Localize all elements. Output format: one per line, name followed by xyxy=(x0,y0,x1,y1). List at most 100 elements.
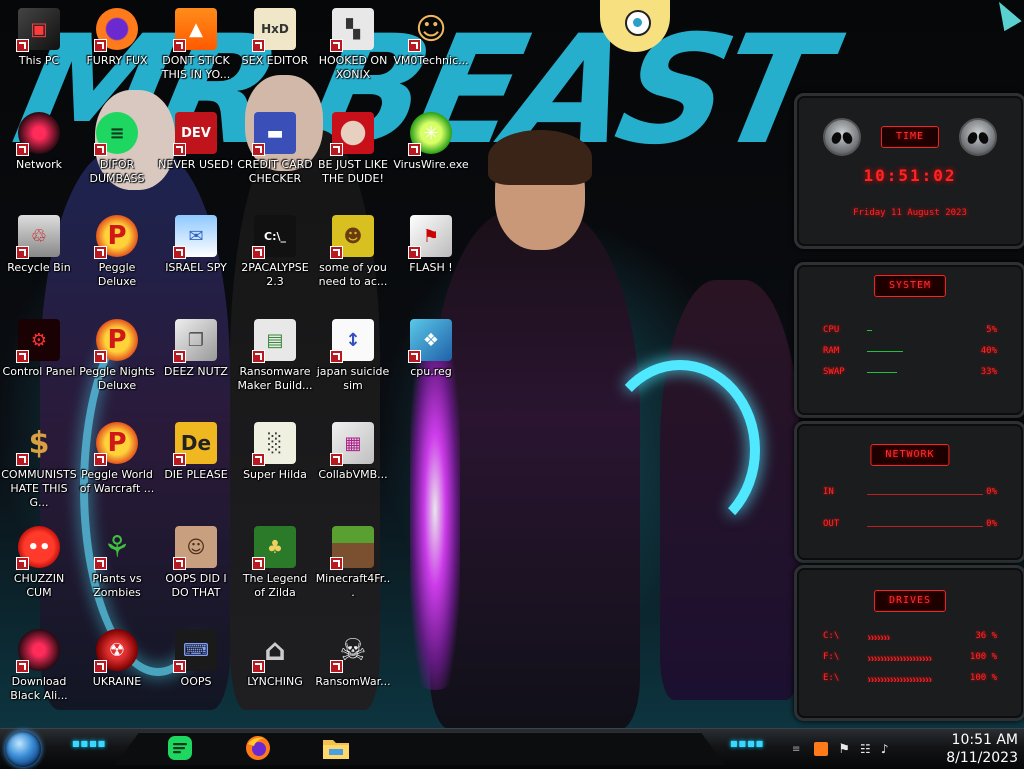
volume-icon[interactable]: ♪ xyxy=(881,742,889,756)
desktop-icon[interactable]: ♣ The Legend of Zilda xyxy=(236,518,314,614)
drive-row-value: 100 % xyxy=(969,673,997,683)
desktop-icon[interactable]: ↕ japan suicide sim xyxy=(314,311,392,407)
desktop-icon[interactable]: P Peggle World of Warcraft ... xyxy=(78,414,156,510)
desktop-icon[interactable]: Network xyxy=(0,104,78,200)
desktop-icon[interactable]: ░ Super Hilda xyxy=(236,414,314,510)
desktop-icon[interactable]: ☠ RansomWar... xyxy=(314,621,392,717)
taskbar-firefox-button[interactable] xyxy=(240,732,276,764)
credit-card-icon: ▬ xyxy=(252,112,296,156)
this-pc-icon: ▣ xyxy=(16,8,60,52)
desktop-icon[interactable]: ▤ Ransomware Maker Build... xyxy=(236,311,314,407)
network-gadget[interactable]: NETWORK IN 0% OUT 0% xyxy=(794,421,1024,563)
desktop-icon[interactable]: ▲ DONT STICK THIS IN YO... xyxy=(157,0,235,96)
desktop-icon-label: DONT STICK THIS IN YO... xyxy=(161,54,231,81)
desktop-icon-label: HOOKED ON XONIX xyxy=(318,54,388,81)
desktop-icon[interactable]: ❖ cpu.reg xyxy=(392,311,470,407)
desktop-icon[interactable]: ⚘ Plants vs Zombies xyxy=(78,518,156,614)
desktop-icon[interactable]: ♲ Recycle Bin xyxy=(0,207,78,303)
desktop-icon[interactable]: ✳ VirusWire.exe xyxy=(392,104,470,200)
desktop-icon[interactable]: DEV NEVER USED! xyxy=(157,104,235,200)
network-row-in: IN 0% xyxy=(823,487,997,499)
desktop-icon-label: Network xyxy=(16,158,62,171)
desktop-icon[interactable]: ☢ UKRAINE xyxy=(78,621,156,717)
desktop-icon[interactable]: ⚙ Control Panel xyxy=(0,311,78,407)
drive-row-c: C:\ ❯❯❯❯❯❯❯ 36 % xyxy=(823,631,997,643)
drive-row-label: C:\ xyxy=(823,631,840,641)
drive-usage-indicator: ❯❯❯❯❯❯❯❯❯❯❯❯❯❯❯❯❯❯❯❯ xyxy=(867,676,932,682)
drive-usage-indicator: ❯❯❯❯❯❯❯❯❯❯❯❯❯❯❯❯❯❯❯❯ xyxy=(867,655,932,661)
show-hidden-icons-icon[interactable]: ≡ xyxy=(792,744,800,755)
taskbar-discord-button[interactable] xyxy=(162,732,198,764)
desktop-icon-label: This PC xyxy=(18,54,60,67)
desktop-icon[interactable]: ≡ DIFOR DUMBASS xyxy=(78,104,156,200)
desktop-icon[interactable]: HxD SEX EDITOR xyxy=(236,0,314,96)
app-window-icon: ▤ xyxy=(252,319,296,363)
swap-usage-bar xyxy=(867,372,897,373)
alien-head-icon xyxy=(959,118,997,156)
desktop-icon[interactable]: ☺ OOPS DID I DO THAT xyxy=(157,518,235,614)
network-icon[interactable]: ☷ xyxy=(860,742,871,756)
taskbar-clock[interactable]: 10:51 AM 8/11/2023 xyxy=(938,731,1018,767)
desktop-icon-label: some of you need to ac... xyxy=(318,261,388,288)
firefox-icon xyxy=(94,8,138,52)
wallpaper-figure xyxy=(488,130,592,185)
desktop-icon-label: VM0Technic... xyxy=(393,54,469,67)
chuzzle-icon: •• xyxy=(16,526,60,570)
oops-icon: ⌨ xyxy=(173,629,217,673)
taskbar-pinned-area xyxy=(115,732,725,765)
taskbar-decoration: ■■■■ xyxy=(72,739,107,748)
radiation-icon: ☢ xyxy=(94,629,138,673)
system-tray: ≡ ⚑ ☷ ♪ xyxy=(792,729,898,769)
desktop-icon[interactable]: FURRY FUX xyxy=(78,0,156,96)
peggle-icon: P xyxy=(94,422,138,466)
desktop-icon[interactable]: C:\_ 2PACALYPSE 2.3 xyxy=(236,207,314,303)
desktop-icon-label: Plants vs Zombies xyxy=(92,572,142,599)
desktop-icon[interactable]: ▣ This PC xyxy=(0,0,78,96)
drives-gadget[interactable]: DRIVES C:\ ❯❯❯❯❯❯❯ 36 % F:\ ❯❯❯❯❯❯❯❯❯❯❯❯… xyxy=(794,565,1024,721)
taskbar: ■■■■ ■■■■ ≡ ⚑ ☷ ♪ 10:51 AM 8/11/2023 xyxy=(0,728,1024,769)
desktop-icon[interactable]: $ COMMUNISTS HATE THIS G... xyxy=(0,414,78,510)
alien-head-icon xyxy=(823,118,861,156)
alienware-icon xyxy=(16,629,60,673)
desktop-icon-label: VirusWire.exe xyxy=(393,158,469,171)
desktop-icon-label: FLASH ! xyxy=(409,261,453,274)
time-gadget[interactable]: TIME 10:51:02 Friday 11 August 2023 xyxy=(794,93,1024,249)
flag-icon[interactable]: ⚑ xyxy=(838,742,850,757)
desktop-icon-label: OOPS DID I DO THAT xyxy=(165,572,227,599)
desktop-icon-label: OOPS xyxy=(180,675,212,688)
desktop-icon[interactable]: ❐ DEEZ NUTZ xyxy=(157,311,235,407)
desktop-icon-label: Minecraft4Fr... xyxy=(315,572,391,599)
system-row-value: 5% xyxy=(986,325,997,335)
desktop-icon[interactable]: P Peggle Deluxe xyxy=(78,207,156,303)
pixel-art-icon: ░ xyxy=(252,422,296,466)
fl-studio-icon[interactable] xyxy=(814,742,829,756)
desktop-icon[interactable]: ☺ VM0Technic... xyxy=(392,0,470,96)
desktop-icon[interactable]: ▦ CollabVMB... xyxy=(314,414,392,510)
xonix-icon: ▚ xyxy=(330,8,374,52)
time-gadget-date: Friday 11 August 2023 xyxy=(853,208,967,218)
desktop-icon[interactable]: ▬ CREDIT CARD CHECKER xyxy=(236,104,314,200)
start-button[interactable] xyxy=(5,731,41,767)
lime-icon: ✳ xyxy=(408,112,452,156)
desktop-icon-label: cpu.reg xyxy=(410,365,452,378)
desktop-icon[interactable]: Minecraft4Fr... xyxy=(314,518,392,614)
desktop-icon[interactable]: P Peggle Nights Deluxe xyxy=(78,311,156,407)
desktop-icon[interactable]: BE JUST LIKE THE DUDE! xyxy=(314,104,392,200)
desktop-icon-label: Peggle Deluxe xyxy=(97,261,137,288)
desktop-icon[interactable]: ⌨ OOPS xyxy=(157,621,235,717)
drive-row-label: F:\ xyxy=(823,652,840,662)
discord-icon xyxy=(168,736,192,760)
desktop-icon[interactable]: •• CHUZZIN CUM xyxy=(0,518,78,614)
desktop-icon[interactable]: Download Black Ali... xyxy=(0,621,78,717)
desktop-icon[interactable]: ☻ some of you need to ac... xyxy=(314,207,392,303)
desktop-icon[interactable]: ⌂ LYNCHING xyxy=(236,621,314,717)
desktop-icon[interactable]: ✉ ISRAEL SPY xyxy=(157,207,235,303)
drive-row-f: F:\ ❯❯❯❯❯❯❯❯❯❯❯❯❯❯❯❯❯❯❯❯ 100 % xyxy=(823,652,997,664)
taskbar-file-explorer-button[interactable] xyxy=(318,732,354,764)
system-gadget[interactable]: SYSTEM CPU 5% RAM 40% SWAP 33% xyxy=(794,262,1024,418)
desktop-icon[interactable]: De DIE PLEASE xyxy=(157,414,235,510)
desktop-icon[interactable]: ⚑ FLASH ! xyxy=(392,207,470,303)
beaver-icon: ☻ xyxy=(330,215,374,259)
desktop-icon[interactable]: ▚ HOOKED ON XONIX xyxy=(314,0,392,96)
flash-icon: ⚑ xyxy=(408,215,452,259)
